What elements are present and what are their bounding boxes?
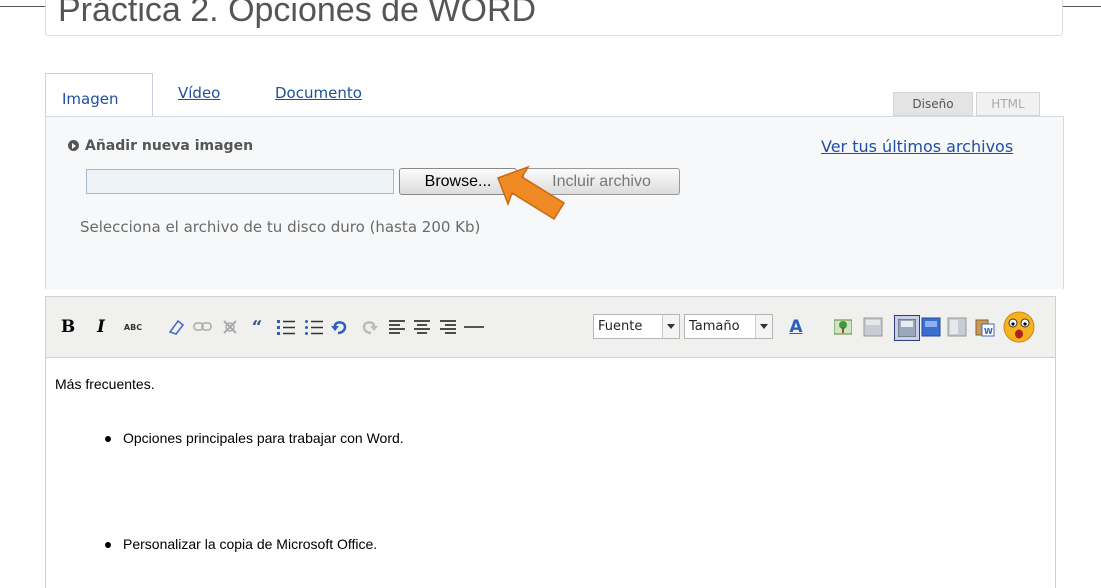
paste-word-icon[interactable]: W: [974, 315, 996, 339]
insert-row-icon[interactable]: [894, 315, 920, 341]
design-mode-button[interactable]: Diseño: [893, 92, 973, 116]
add-image-label: Añadir nueva imagen: [85, 138, 254, 154]
pointer-arrow-icon: [497, 165, 566, 221]
bullet-icon: [105, 542, 111, 548]
undo-icon[interactable]: [329, 315, 351, 339]
editor-paragraph: Más frecuentes.: [55, 376, 155, 392]
eraser-icon[interactable]: [165, 315, 187, 339]
tab-documento[interactable]: Documento: [275, 84, 362, 102]
size-select[interactable]: Tamaño: [684, 314, 773, 339]
tab-imagen[interactable]: Imagen: [45, 73, 153, 118]
page-title-field[interactable]: Práctica 2. Opciones de WORD: [45, 0, 1063, 36]
font-color-label: A: [789, 317, 803, 337]
delete-row-icon[interactable]: [946, 315, 968, 339]
chevron-down-icon: [755, 315, 772, 338]
list-item-text: Opciones principales para trabajar con W…: [123, 430, 404, 446]
svg-text:W: W: [984, 327, 993, 336]
tab-video[interactable]: Vídeo: [178, 84, 220, 102]
bullet-icon: [105, 436, 111, 442]
table-icon[interactable]: [862, 315, 884, 339]
size-select-value: Tamaño: [689, 319, 740, 334]
horizontal-rule-icon[interactable]: [463, 315, 485, 339]
file-path-input[interactable]: [86, 169, 394, 194]
blockquote-button[interactable]: “: [246, 315, 268, 339]
numbered-list-icon[interactable]: [275, 315, 297, 339]
emoticon-icon[interactable]: [1002, 310, 1036, 344]
list-item-text: Personalizar la copia de Microsoft Offic…: [123, 536, 378, 552]
italic-button[interactable]: I: [94, 315, 108, 339]
page-title: Práctica 2. Opciones de WORD: [58, 0, 537, 29]
font-select[interactable]: Fuente: [593, 314, 680, 339]
redo-icon[interactable]: [358, 315, 380, 339]
recent-files-link[interactable]: Ver tus últimos archivos: [821, 137, 1013, 156]
chevron-down-icon: [662, 315, 679, 338]
font-color-button[interactable]: A: [781, 315, 811, 339]
spellcheck-button[interactable]: ABC: [121, 315, 145, 339]
rich-text-editor[interactable]: Más frecuentes. Opciones principales par…: [45, 358, 1056, 588]
align-left-icon[interactable]: [386, 315, 408, 339]
insert-image-icon[interactable]: [832, 315, 854, 339]
upload-hint: Selecciona el archivo de tu disco duro (…: [80, 218, 481, 236]
font-select-value: Fuente: [598, 319, 643, 334]
add-image-heading: Añadir nueva imagen: [68, 138, 253, 154]
align-center-icon[interactable]: [411, 315, 433, 339]
link-icon[interactable]: [192, 315, 214, 339]
tab-imagen-label: Imagen: [62, 90, 119, 108]
html-mode-button[interactable]: HTML: [976, 92, 1040, 116]
align-right-icon[interactable]: [437, 315, 459, 339]
bold-button[interactable]: B: [60, 315, 76, 339]
bulleted-list-icon[interactable]: [303, 315, 325, 339]
play-circle-icon: [68, 140, 79, 151]
unlink-icon[interactable]: [218, 315, 242, 339]
insert-column-icon[interactable]: [920, 315, 942, 339]
